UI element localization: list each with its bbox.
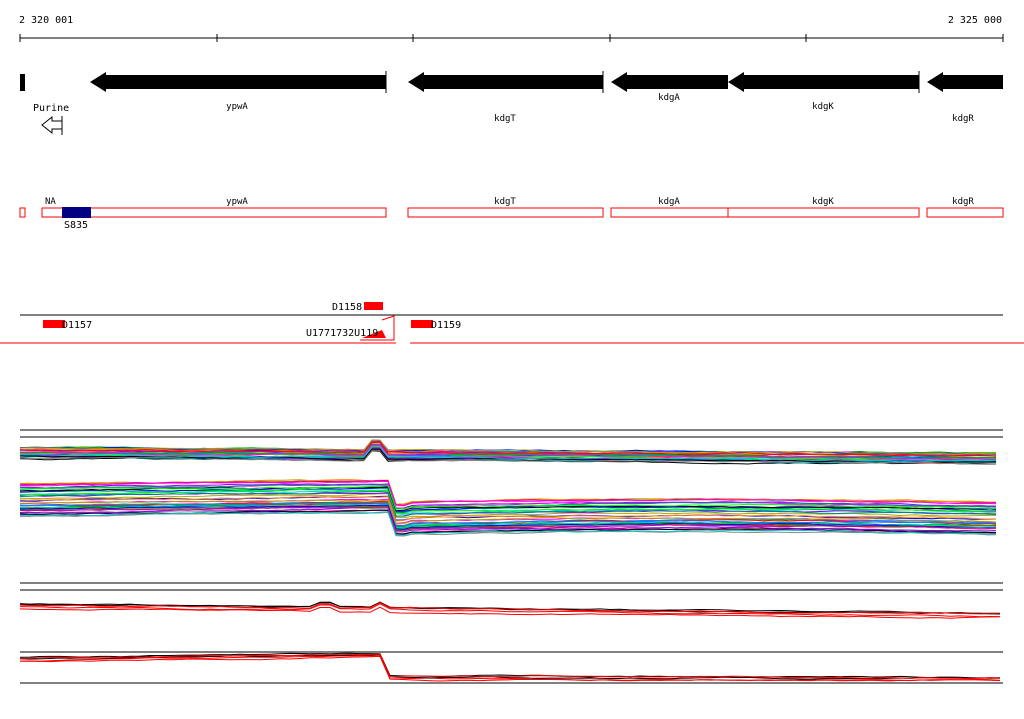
expression-panel-1 xyxy=(19,429,1003,537)
segment-label-ypwA: ypwA xyxy=(226,197,248,207)
probe-label-d1158: D1158 xyxy=(332,302,362,313)
gene-label-kdgT: kdgT xyxy=(494,114,516,124)
trace-group-lower xyxy=(19,479,997,537)
trace-group-upper xyxy=(19,439,997,465)
segment-box[interactable] xyxy=(407,207,604,218)
terminator-label: Purine xyxy=(33,103,69,114)
genome-browser-view: 2 320 001 2 325 000 ypwA kdgT kdgA kdgK … xyxy=(0,15,1024,684)
gene-arrow-kdgA[interactable] xyxy=(611,72,728,92)
gene-arrow-kdgR[interactable] xyxy=(927,72,1003,92)
gene-label-kdgR: kdgR xyxy=(952,114,974,124)
terminator-arrow-icon[interactable] xyxy=(41,115,63,135)
segment-box[interactable] xyxy=(610,207,729,218)
probe-label-overlap: U1771732U119 xyxy=(306,328,378,339)
segment-box[interactable] xyxy=(41,207,387,218)
segment-box[interactable] xyxy=(727,207,920,218)
trace-group-summary-lower xyxy=(19,652,1001,682)
gene-label-ypwA: ypwA xyxy=(226,102,248,112)
end-coordinate: 2 325 000 xyxy=(948,15,1002,26)
segment-label-kdgK: kdgK xyxy=(812,197,834,207)
gene-arrow-ypwA[interactable] xyxy=(90,72,386,92)
segment-label-kdgR: kdgR xyxy=(952,197,974,207)
segment-highlight-S835[interactable] xyxy=(62,207,91,218)
gene-arrow-kdgK[interactable] xyxy=(728,72,919,92)
probe-d1159[interactable] xyxy=(411,320,433,328)
segment-box[interactable] xyxy=(19,207,26,218)
gene-label-kdgK: kdgK xyxy=(812,102,834,112)
gene-arrow-kdgT[interactable] xyxy=(408,72,603,92)
segment-label-kdgA: kdgA xyxy=(658,197,680,207)
probe-label-d1157: D1157 xyxy=(62,320,92,331)
gene-arrow-fragment[interactable] xyxy=(20,74,25,91)
gene-track: ypwA kdgT kdgA kdgK kdgR Purine xyxy=(20,71,1003,135)
gene-label-kdgA: kdgA xyxy=(658,93,680,103)
segment-label-kdgT: kdgT xyxy=(494,197,516,207)
probe-d1158[interactable] xyxy=(364,302,383,310)
start-coordinate: 2 320 001 xyxy=(19,15,73,26)
trace-group-summary-upper xyxy=(19,601,1001,619)
segment-box[interactable] xyxy=(926,207,1004,218)
segment-label-na: NA xyxy=(45,197,56,207)
segment-label-s835: S835 xyxy=(64,220,88,231)
expression-panel-2 xyxy=(19,582,1003,684)
probe-label-d1159: D1159 xyxy=(431,320,461,331)
probe-track: D1158 D1157 U1771732U119 D1159 xyxy=(0,302,1024,344)
coordinate-ruler: 2 320 001 2 325 000 xyxy=(19,15,1004,42)
segment-track: NA ypwA kdgT kdgA kdgK kdgR S835 xyxy=(19,197,1004,231)
